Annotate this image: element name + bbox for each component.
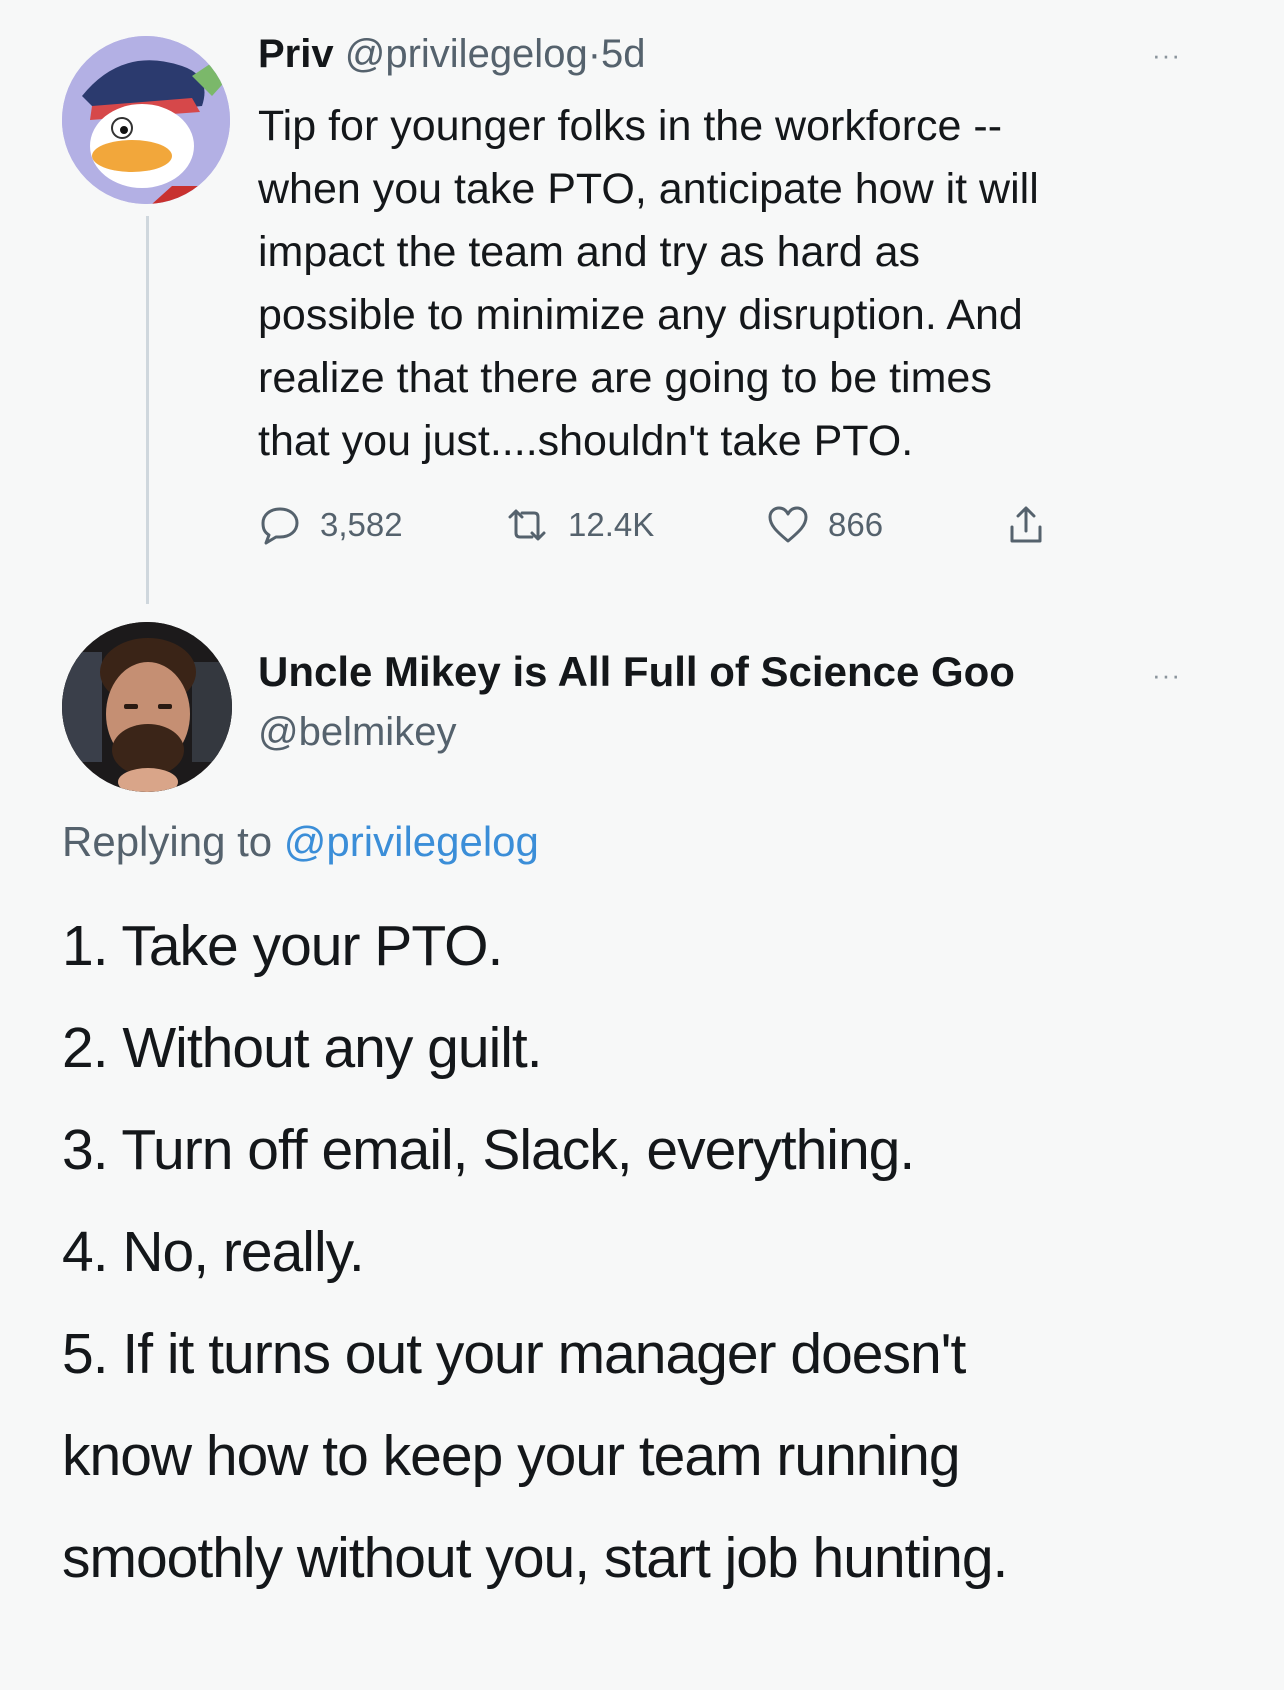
person-photo-avatar: [62, 622, 232, 792]
reply-author-name[interactable]: Uncle Mikey is All Full of Science Goo: [258, 648, 1015, 696]
retweet-count: 12.4K: [568, 506, 655, 543]
reply-text-line: 3. Turn off email, Slack, everything.: [62, 1118, 915, 1182]
reply-text-line: 2. Without any guilt.: [62, 1016, 543, 1080]
author-handle[interactable]: @privilegelog: [345, 32, 588, 76]
tweet-time[interactable]: 5d: [601, 32, 646, 76]
like-button[interactable]: 866: [766, 500, 883, 550]
reply-more-icon[interactable]: ···: [1152, 660, 1181, 691]
reply-text-line: 5. If it turns out your manager doesn't: [62, 1322, 966, 1386]
reply-text-line: 1. Take your PTO.: [62, 914, 503, 978]
tweet-text-line: that you just....shouldn't take PTO.: [258, 417, 914, 465]
belmikey-avatar[interactable]: [62, 622, 232, 792]
tweet-text-line: impact the team and try as hard as: [258, 228, 921, 276]
retweet-icon: [508, 509, 546, 541]
share-icon: [1010, 506, 1042, 543]
heart-icon: [768, 506, 808, 543]
reply-count: 3,582: [320, 506, 403, 543]
tweet-actions: 3,582 12.4K 866: [258, 500, 1158, 550]
speech-bubble-icon: [261, 507, 299, 545]
tweet-text-line: when you take PTO, anticipate how it wil…: [258, 165, 1039, 213]
tweet-more-icon[interactable]: ···: [1152, 40, 1181, 71]
reply-text: 1. Take your PTO. 2. Without any guilt. …: [62, 895, 1242, 1609]
duck-avatar-illustration: [62, 36, 230, 204]
reply-button[interactable]: 3,582: [258, 500, 403, 550]
like-count: 866: [828, 506, 884, 543]
reply-author-handle[interactable]: @belmikey: [258, 710, 456, 755]
reply-text-line: smoothly without you, start job hunting.: [62, 1526, 1008, 1590]
retweet-button[interactable]: 12.4K: [504, 500, 654, 550]
share-button[interactable]: [1004, 500, 1048, 550]
tweet-text-line: realize that there are going to be times: [258, 354, 992, 402]
reply-text-line: know how to keep your team running: [62, 1424, 961, 1488]
tweet-text: Tip for younger folks in the workforce -…: [258, 95, 1218, 473]
replying-prefix: Replying to: [62, 818, 273, 865]
priv-avatar[interactable]: [62, 36, 230, 204]
time-separator: ·: [587, 32, 602, 76]
author-name[interactable]: Priv: [258, 32, 334, 76]
tweet-text-line: Tip for younger folks in the workforce -…: [258, 102, 1003, 150]
tweet-text-line: possible to minimize any disruption. And: [258, 291, 1023, 339]
thread-connector-line: [146, 216, 149, 604]
replying-to-mention[interactable]: @privilegelog: [284, 818, 539, 865]
tweet-header: Priv @privilegelog·5d: [258, 30, 646, 78]
replying-to: Replying to @privilegelog: [62, 818, 539, 866]
reply-text-line: 4. No, really.: [62, 1220, 365, 1284]
